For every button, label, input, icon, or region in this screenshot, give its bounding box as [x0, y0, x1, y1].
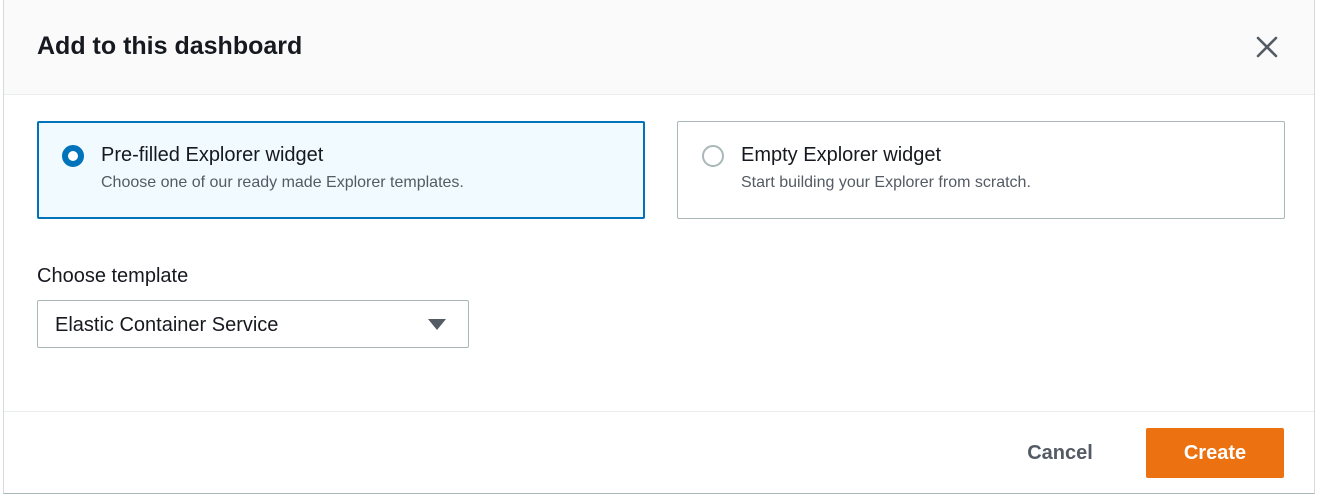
template-select[interactable]: Elastic Container Service [37, 300, 469, 348]
empty-widget-option[interactable]: Empty Explorer widget Start building you… [677, 121, 1285, 219]
prefilled-widget-description: Choose one of our ready made Explorer te… [101, 174, 464, 191]
prefilled-widget-option[interactable]: Pre-filled Explorer widget Choose one of… [37, 121, 645, 219]
empty-widget-description: Start building your Explorer from scratc… [741, 174, 1031, 191]
prefilled-widget-radio[interactable] [62, 145, 84, 167]
close-icon [1256, 36, 1278, 58]
close-button[interactable] [1251, 31, 1283, 63]
footer-divider [4, 411, 1314, 412]
template-select-value: Elastic Container Service [55, 314, 279, 336]
create-button[interactable]: Create [1146, 428, 1284, 478]
cancel-button[interactable]: Cancel [1000, 428, 1120, 478]
empty-widget-radio[interactable] [702, 145, 724, 167]
dialog-header: Add to this dashboard [4, 0, 1314, 95]
caret-down-icon [428, 319, 446, 330]
choose-template-label: Choose template [37, 265, 189, 287]
dialog-title: Add to this dashboard [37, 32, 303, 60]
add-to-dashboard-dialog: Add to this dashboard Pre-filled Explore… [3, 0, 1315, 494]
prefilled-widget-title: Pre-filled Explorer widget [101, 144, 324, 166]
empty-widget-title: Empty Explorer widget [741, 144, 942, 166]
